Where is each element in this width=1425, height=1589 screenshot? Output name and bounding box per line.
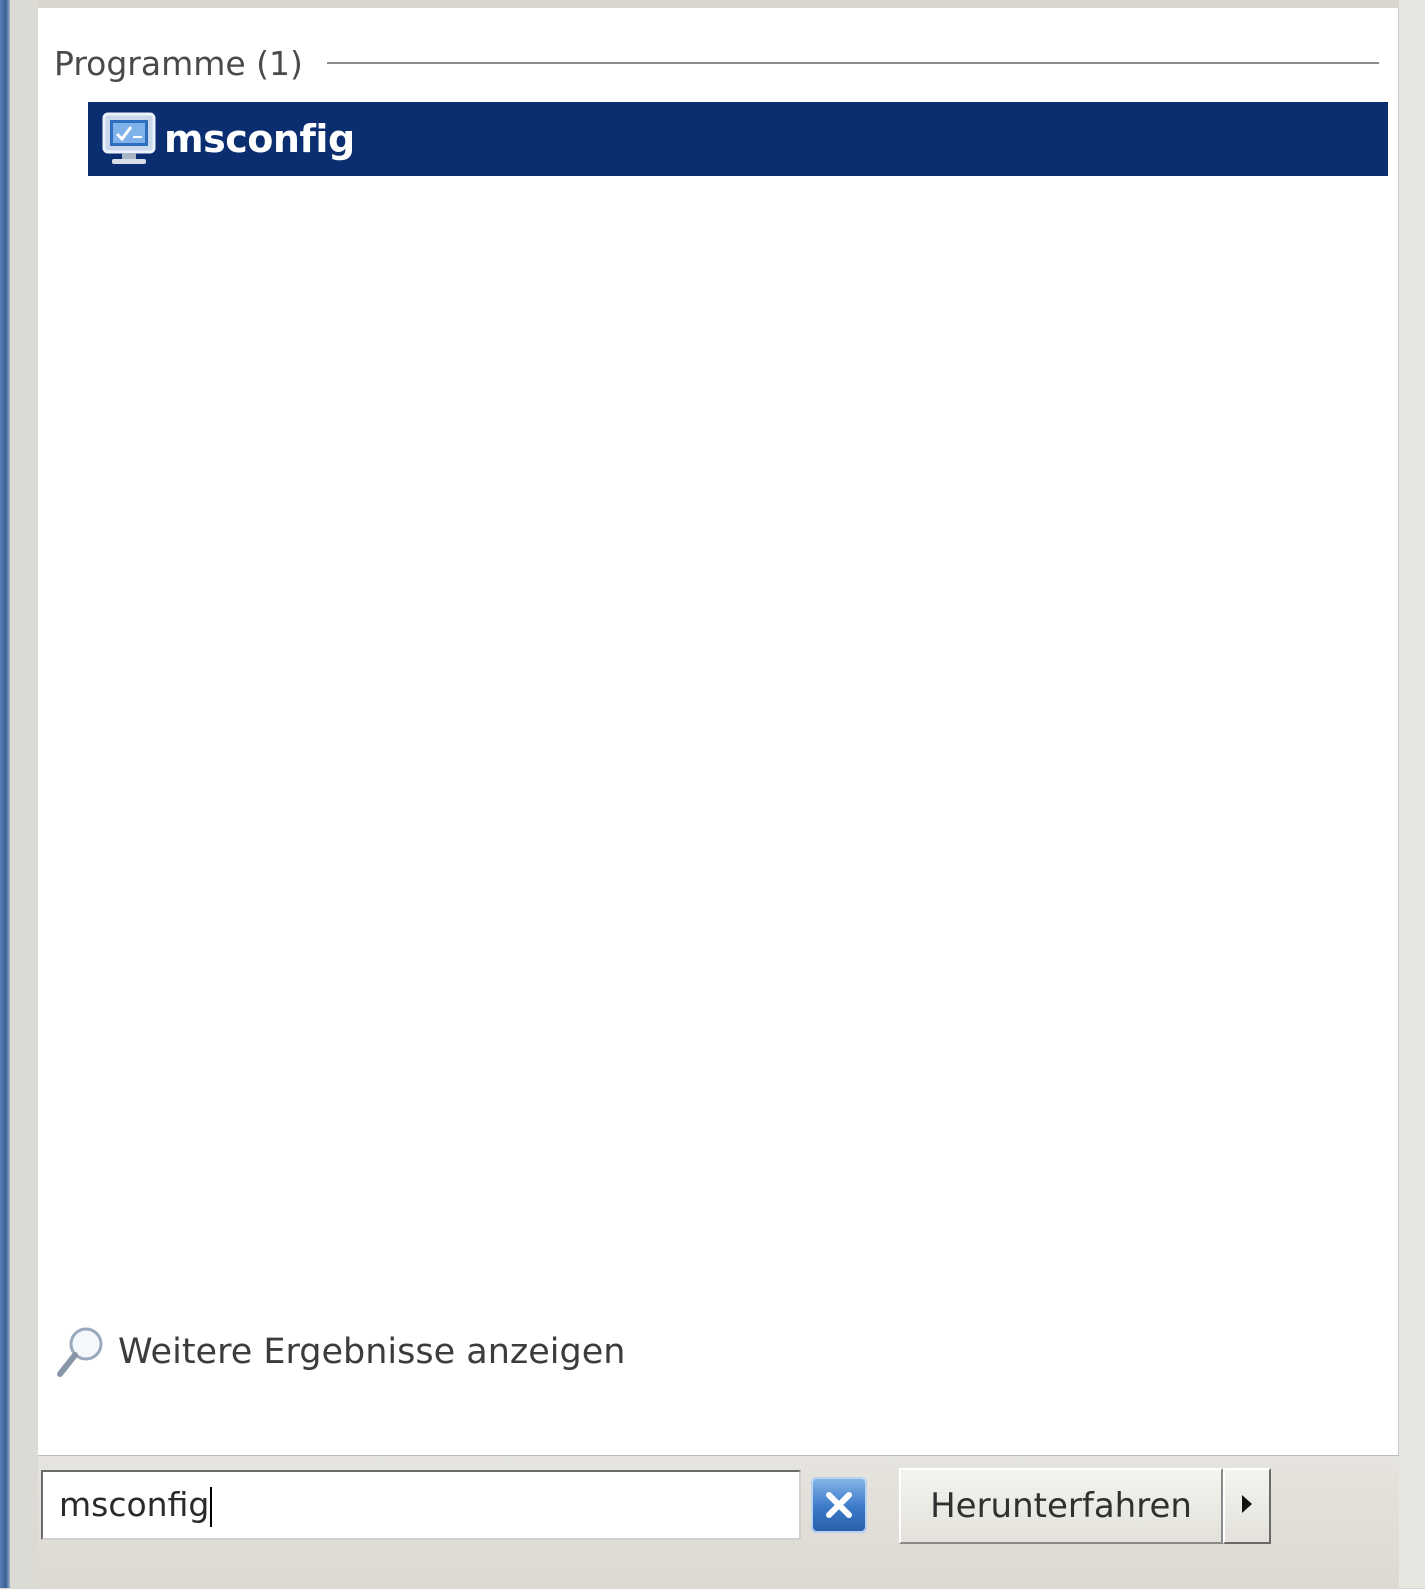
section-divider [326, 62, 1379, 64]
system-configuration-icon [100, 110, 158, 168]
search-input-value: msconfig [59, 1485, 210, 1524]
magnifier-icon [54, 1324, 106, 1380]
start-menu-left-margin [10, 0, 38, 1588]
shutdown-options-button[interactable] [1223, 1468, 1271, 1544]
search-results-panel: Programme (1) msconfig Weitere Ergebniss… [38, 8, 1399, 1455]
triangle-right-icon [1239, 1493, 1255, 1519]
result-item-msconfig[interactable]: msconfig [88, 102, 1388, 176]
start-menu: Programme (1) msconfig Weitere Ergebniss… [0, 0, 1425, 1589]
shutdown-button[interactable]: Herunterfahren [899, 1468, 1223, 1544]
results-section-title: Programme (1) [54, 43, 303, 83]
results-section-header: Programme (1) [54, 40, 1379, 86]
start-menu-frame-edge [0, 0, 10, 1588]
more-results-label: Weitere Ergebnisse anzeigen [118, 1332, 626, 1372]
shutdown-button-label: Herunterfahren [930, 1486, 1192, 1526]
start-menu-bottom-bar: msconfig Herunterfahren [38, 1455, 1399, 1589]
shutdown-controls: Herunterfahren [899, 1468, 1271, 1544]
more-results-link[interactable]: Weitere Ergebnisse anzeigen [54, 1324, 625, 1380]
clear-x-icon [811, 1477, 867, 1533]
result-item-label: msconfig [164, 117, 355, 161]
text-caret [210, 1486, 213, 1527]
start-menu-right-margin [1399, 0, 1425, 1588]
search-input[interactable]: msconfig [41, 1470, 801, 1540]
clear-search-button[interactable] [811, 1477, 867, 1533]
